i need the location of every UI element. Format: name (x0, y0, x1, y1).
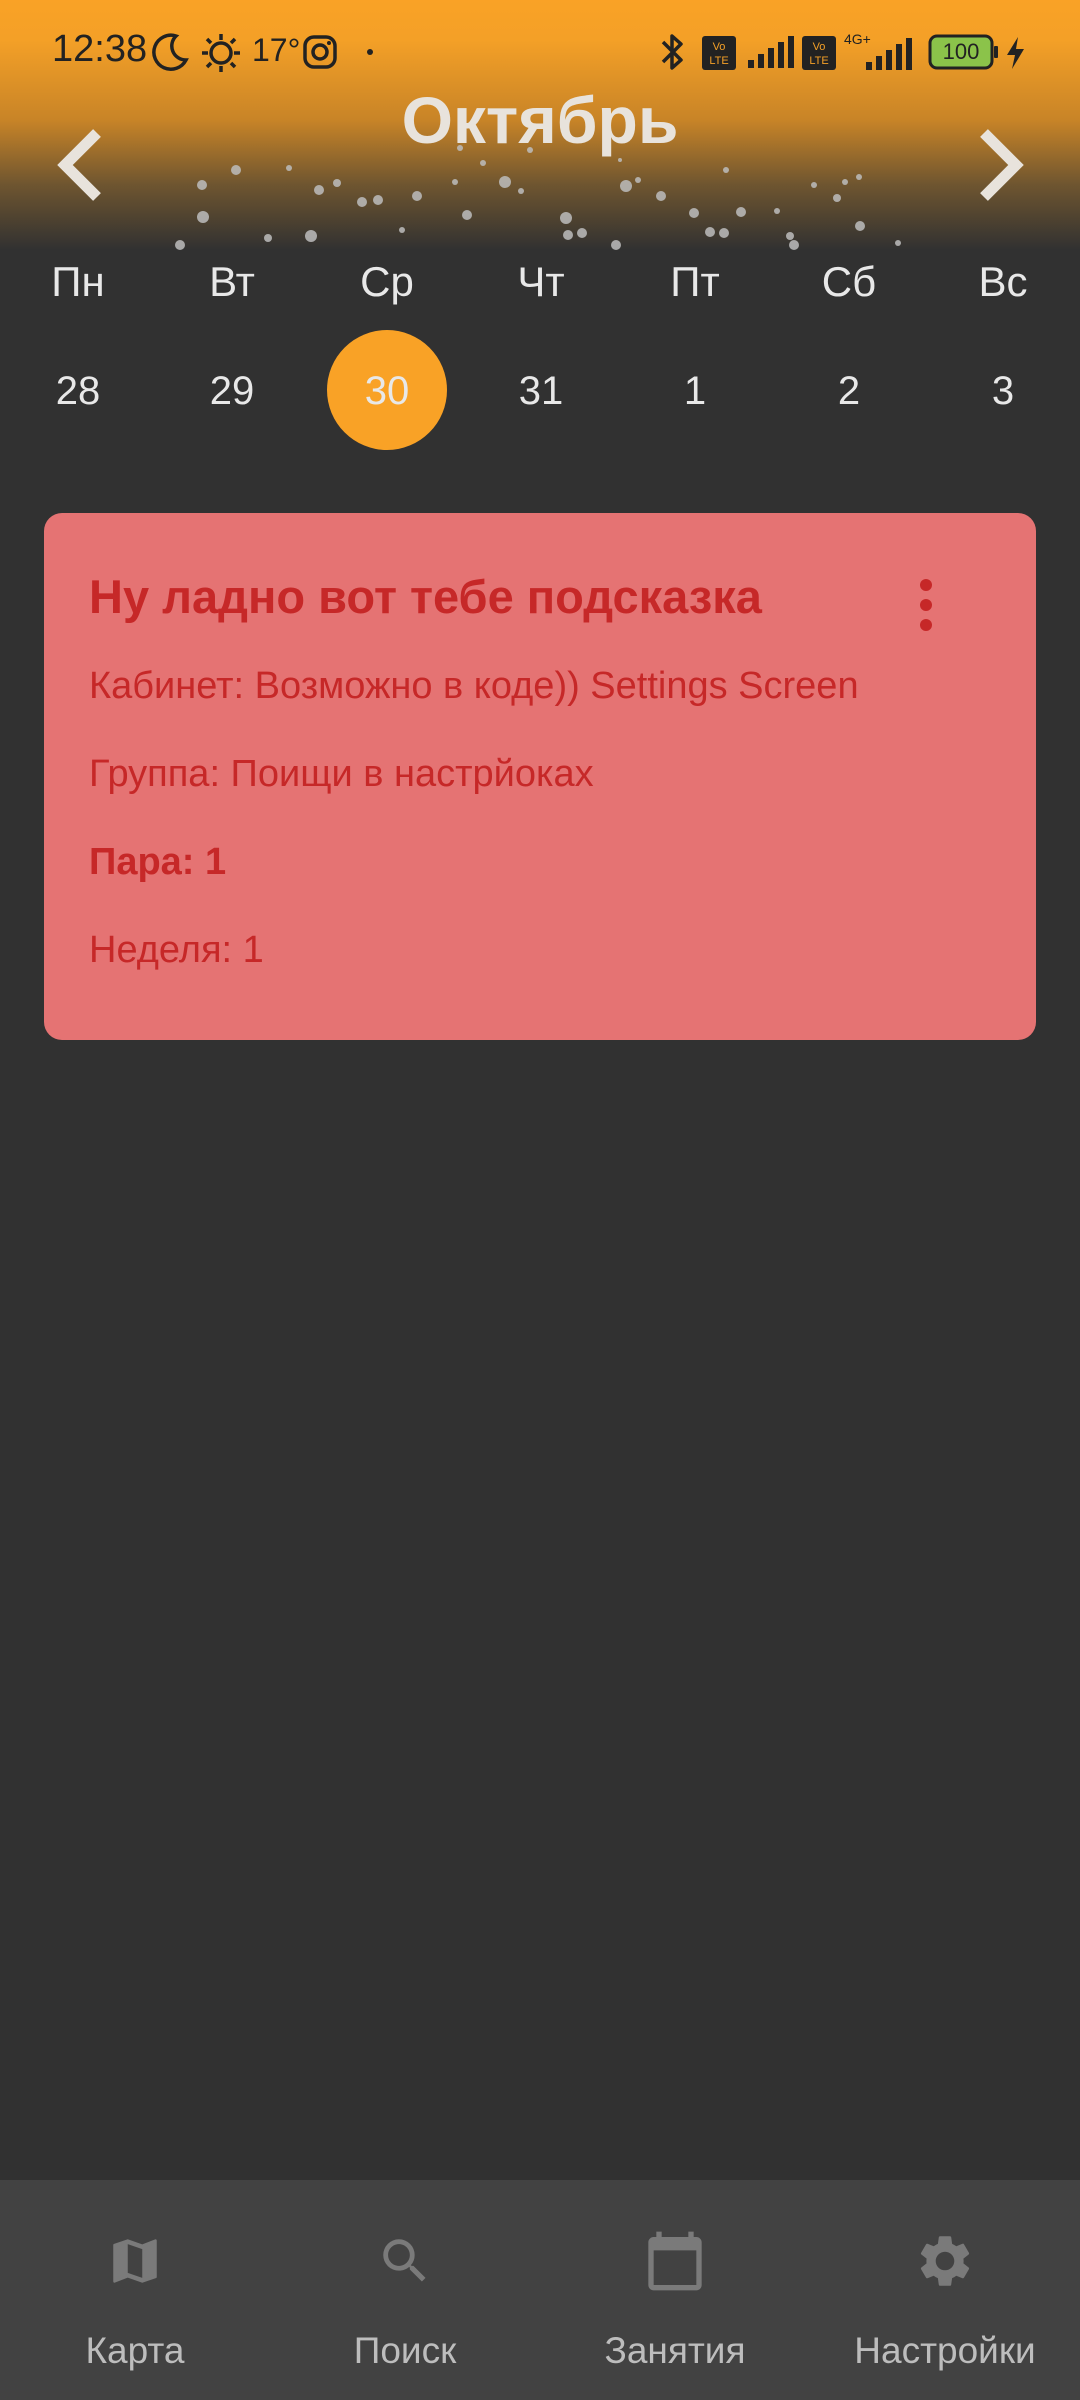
gear-icon (920, 2236, 970, 2286)
date-cell[interactable]: 31 (464, 330, 618, 452)
map-icon (113, 2239, 157, 2283)
date-cell[interactable]: 28 (1, 330, 155, 452)
date-cell-selected[interactable]: 30 (310, 330, 464, 452)
weekday-label: Вс (978, 258, 1028, 305)
date-cell[interactable]: 2 (772, 330, 926, 452)
date-cell[interactable]: 1 (618, 330, 772, 452)
card-menu-button[interactable] (906, 575, 946, 635)
nav-label-map: Карта (85, 2330, 185, 2371)
nav-label-lessons: Занятия (604, 2330, 746, 2371)
date-number: 3 (991, 368, 1015, 413)
nav-item-map[interactable]: Карта (0, 2180, 270, 2400)
lesson-room: Кабинет: Возможно в коде)) Settings Scre… (89, 665, 859, 707)
search-icon (383, 2239, 426, 2282)
next-month-button[interactable] (955, 120, 1045, 210)
date-number: 1 (683, 368, 707, 413)
lesson-group: Группа: Поищи в настрйоках (89, 753, 594, 795)
weekday-label: Ср (360, 258, 414, 305)
nav-label-settings: Настройки (854, 2330, 1036, 2371)
nav-item-search[interactable]: Поиск (270, 2180, 540, 2400)
weekday-label: Чт (517, 258, 565, 305)
date-cell[interactable]: 29 (155, 330, 309, 452)
calendar-icon (648, 2231, 702, 2291)
date-number: 2 (837, 368, 861, 413)
date-cell[interactable]: 3 (926, 330, 1080, 452)
previous-month-button[interactable] (36, 120, 126, 210)
weekday-label: Сб (821, 258, 877, 305)
lesson-week: Неделя: 1 (89, 929, 264, 971)
month-title: Октябрь (401, 83, 679, 157)
nav-label-search: Поиск (353, 2330, 457, 2371)
bottom-navigation: Карта Поиск Занятия Настройки (0, 2180, 1080, 2400)
weekday-label: Вт (209, 258, 255, 305)
nav-item-lessons[interactable]: Занятия (540, 2180, 810, 2400)
lesson-card[interactable]: Ну ладно вот тебе подсказка Кабинет: Воз… (44, 513, 1036, 1040)
date-number: 29 (209, 368, 255, 413)
date-number: 31 (518, 368, 564, 413)
lesson-title: Ну ладно вот тебе подсказка (89, 570, 762, 623)
weekday-label: Пн (51, 258, 105, 305)
date-number: 30 (364, 368, 410, 413)
chevron-right-icon (980, 129, 1024, 201)
weekday-label: Пт (670, 258, 720, 305)
weekday-row: Пн Вт Ср Чт Пт Сб Вс (0, 252, 1080, 312)
nav-item-settings[interactable]: Настройки (810, 2180, 1080, 2400)
more-vertical-icon (920, 579, 932, 631)
date-number: 28 (55, 368, 101, 413)
chevron-left-icon (57, 129, 101, 201)
date-row: 28 29 30 31 1 2 3 (0, 330, 1080, 452)
lesson-pair: Пара: 1 (89, 841, 227, 883)
